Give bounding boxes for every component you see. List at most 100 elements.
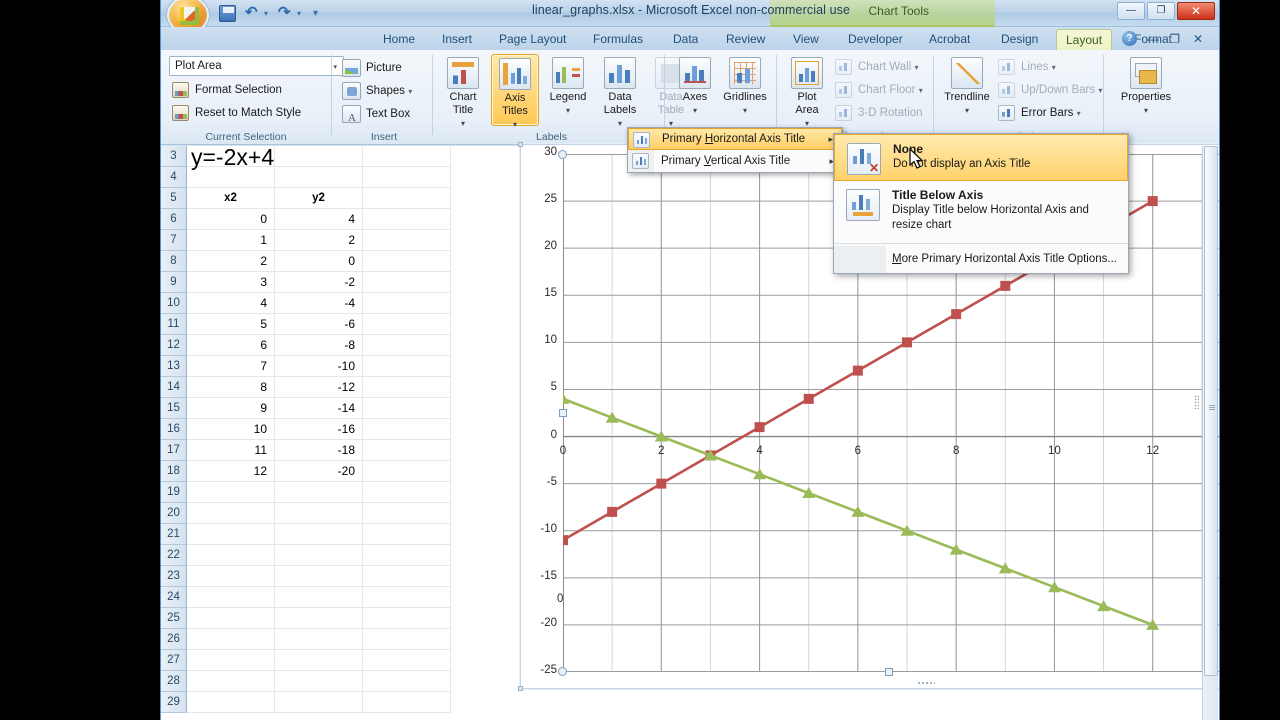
reset-to-match-style-button[interactable]: Reset to Match Style	[169, 102, 301, 124]
cell[interactable]: 6	[187, 335, 275, 356]
cell[interactable]	[363, 608, 451, 629]
tab-developer[interactable]: Developer	[839, 29, 912, 50]
cell[interactable]	[363, 272, 451, 293]
row-header[interactable]: 22	[161, 545, 187, 566]
cell[interactable]	[187, 608, 275, 629]
workbook-close-icon[interactable]: ✕	[1193, 32, 1203, 46]
cell[interactable]	[187, 524, 275, 545]
plot-area-handle-tl[interactable]	[558, 150, 567, 159]
chart-handle[interactable]	[518, 686, 523, 691]
cell[interactable]	[275, 167, 363, 188]
tab-formulas[interactable]: Formulas	[584, 29, 652, 50]
chart-wall-button[interactable]: Chart Wall ▾	[834, 56, 918, 78]
cell[interactable]	[363, 629, 451, 650]
row-header[interactable]: 12	[161, 335, 187, 356]
cell[interactable]	[187, 587, 275, 608]
row-header[interactable]: 18	[161, 461, 187, 482]
plot-area-handle-bl[interactable]	[558, 667, 567, 676]
ribbon-minimize-icon[interactable]: —	[1147, 32, 1159, 46]
tab-home[interactable]: Home	[374, 29, 424, 50]
chart-resize-grip[interactable]	[917, 681, 935, 686]
cell[interactable]: y2	[275, 188, 363, 209]
cell[interactable]	[187, 650, 275, 671]
insert-text-box-button[interactable]: Text Box	[340, 101, 410, 131]
menu-item-primary-vertical-axis-title[interactable]: Primary Vertical Axis Title ▸	[628, 150, 842, 172]
cell[interactable]	[363, 545, 451, 566]
row-header[interactable]: 3	[161, 146, 187, 167]
cell[interactable]	[363, 503, 451, 524]
row-header[interactable]: 7	[161, 230, 187, 251]
cell[interactable]: 1	[187, 230, 275, 251]
cell[interactable]: -2	[275, 272, 363, 293]
error-bars-button[interactable]: Error Bars ▾	[997, 102, 1081, 124]
cell[interactable]	[363, 356, 451, 377]
gridlines-button[interactable]: Gridlines ▾	[718, 54, 772, 126]
cell[interactable]	[363, 524, 451, 545]
cell[interactable]: -4	[275, 293, 363, 314]
cell[interactable]	[275, 671, 363, 692]
row-header[interactable]: 5	[161, 188, 187, 209]
legend-button[interactable]: Legend ▾	[544, 54, 592, 126]
cell[interactable]: 12	[187, 461, 275, 482]
cell[interactable]	[363, 314, 451, 335]
row-header[interactable]: 8	[161, 251, 187, 272]
cell[interactable]	[275, 146, 363, 167]
row-header[interactable]: 11	[161, 314, 187, 335]
cell[interactable]	[187, 629, 275, 650]
cell[interactable]: -14	[275, 398, 363, 419]
cell[interactable]	[363, 692, 451, 713]
format-selection-button[interactable]: Format Selection	[169, 79, 282, 101]
chart-element-combo[interactable]: Plot Area ▾	[169, 56, 344, 76]
plot-area-handle-b[interactable]	[885, 668, 893, 676]
cell[interactable]	[363, 377, 451, 398]
cell[interactable]: -20	[275, 461, 363, 482]
cell[interactable]	[275, 608, 363, 629]
cell[interactable]: 2	[187, 251, 275, 272]
cell[interactable]	[363, 482, 451, 503]
cell[interactable]	[363, 650, 451, 671]
cell[interactable]	[187, 671, 275, 692]
cell[interactable]	[187, 503, 275, 524]
cell[interactable]: 9	[187, 398, 275, 419]
cell[interactable]: 8	[187, 377, 275, 398]
cell[interactable]	[187, 545, 275, 566]
cell[interactable]: -12	[275, 377, 363, 398]
horizontal-axis-title-submenu[interactable]: None Do not display an Axis Title Title …	[833, 133, 1129, 274]
cell[interactable]	[363, 419, 451, 440]
cell[interactable]	[363, 251, 451, 272]
cell[interactable]	[363, 461, 451, 482]
plot-area-button[interactable]: Plot Area ▾	[783, 54, 831, 128]
axes-button[interactable]: Axes ▾	[671, 54, 719, 126]
tab-review[interactable]: Review	[717, 29, 774, 50]
tab-view[interactable]: View	[784, 29, 828, 50]
cell[interactable]: 11	[187, 440, 275, 461]
cell[interactable]	[363, 398, 451, 419]
cell[interactable]: 4	[275, 209, 363, 230]
row-header[interactable]: 19	[161, 482, 187, 503]
cell[interactable]	[363, 209, 451, 230]
cell[interactable]	[275, 545, 363, 566]
cell[interactable]: -16	[275, 419, 363, 440]
submenu-item-none[interactable]: None Do not display an Axis Title	[834, 134, 1128, 181]
cell[interactable]: -10	[275, 356, 363, 377]
cell[interactable]	[275, 692, 363, 713]
row-header[interactable]: 24	[161, 587, 187, 608]
cell[interactable]	[187, 692, 275, 713]
row-header[interactable]: 15	[161, 398, 187, 419]
row-header[interactable]: 6	[161, 209, 187, 230]
cell[interactable]	[187, 566, 275, 587]
cell[interactable]	[363, 146, 451, 167]
vertical-scrollbar[interactable]	[1202, 146, 1218, 720]
cell[interactable]	[363, 335, 451, 356]
maximize-button[interactable]: ❐	[1147, 2, 1175, 20]
cell[interactable]	[275, 566, 363, 587]
cell[interactable]: 5	[187, 314, 275, 335]
cell[interactable]: 4	[187, 293, 275, 314]
cell[interactable]	[363, 440, 451, 461]
cell[interactable]	[363, 671, 451, 692]
row-header[interactable]: 26	[161, 629, 187, 650]
vertical-scrollbar-thumb[interactable]	[1204, 146, 1218, 676]
row-header[interactable]: 4	[161, 167, 187, 188]
lines-button[interactable]: Lines ▾	[997, 56, 1056, 78]
tab-design[interactable]: Design	[992, 29, 1047, 50]
